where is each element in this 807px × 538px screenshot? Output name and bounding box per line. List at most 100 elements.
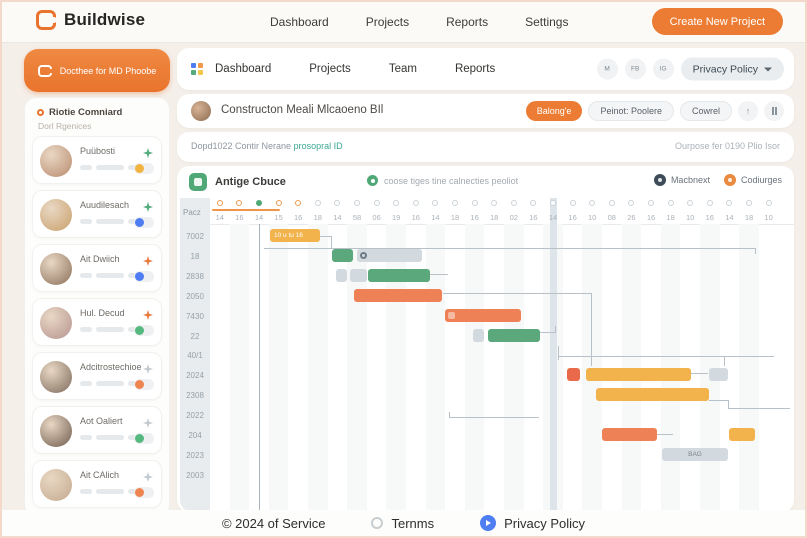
social-badge-m[interactable]: M	[597, 59, 618, 80]
highlight-band	[550, 198, 557, 512]
top-nav-item-dashboard[interactable]: Dashboard	[270, 15, 329, 29]
gantt-bar[interactable]	[354, 289, 442, 302]
timeline-day-marker[interactable]	[550, 200, 556, 206]
arrow-up-icon-button[interactable]: ↑	[738, 101, 758, 121]
pause-icon-button[interactable]	[764, 101, 784, 121]
gantt-bar[interactable]	[357, 249, 422, 262]
gantt-bar[interactable]	[488, 329, 540, 342]
timeline-day-marker[interactable]	[276, 200, 282, 206]
top-nav-item-reports[interactable]: Reports	[446, 15, 488, 29]
member-card[interactable]: Adcitrostechioe	[32, 352, 162, 400]
social-badge-fb[interactable]: FB	[625, 59, 646, 80]
timeline-day-marker[interactable]	[295, 200, 301, 206]
gantt-bar[interactable]	[586, 368, 691, 381]
timeline-day-marker[interactable]	[256, 200, 262, 206]
timeline-day-marker[interactable]	[766, 200, 772, 206]
dependency-connector	[691, 373, 708, 374]
member-toggle[interactable]	[134, 379, 154, 390]
timeline-day-marker[interactable]	[393, 200, 399, 206]
gantt-bar[interactable]	[445, 309, 521, 322]
today-line	[259, 224, 260, 512]
timeline-day-marker[interactable]	[707, 200, 713, 206]
gantt-bar[interactable]	[596, 388, 709, 401]
top-nav-item-settings[interactable]: Settings	[525, 15, 568, 29]
member-toggle[interactable]	[134, 433, 154, 444]
workspace-tab-reports[interactable]: Reports	[455, 63, 495, 75]
timeline-day-marker[interactable]	[609, 200, 615, 206]
timeline-day-marker[interactable]	[432, 200, 438, 206]
member-toggle[interactable]	[134, 325, 154, 336]
member-card[interactable]: Ait CAlich	[32, 460, 162, 508]
member-avatar	[40, 361, 72, 393]
gantt-bar[interactable]: 10 u tu 16	[270, 229, 320, 242]
member-card[interactable]: Ait Dwiich	[32, 244, 162, 292]
timeline-day-marker[interactable]	[628, 200, 634, 206]
member-toggle[interactable]	[134, 217, 154, 228]
footer-terms[interactable]: Ternms	[371, 516, 434, 531]
timeline-day-marker[interactable]	[511, 200, 517, 206]
timeline-day-marker[interactable]	[315, 200, 321, 206]
project-title-bar: Constructon Meali Mlcaoeno BIl Balong'e …	[177, 94, 794, 128]
timeline-day-marker[interactable]	[472, 200, 478, 206]
gantt-bar[interactable]	[350, 269, 367, 282]
timeline-day-marker[interactable]	[334, 200, 340, 206]
timeline-day-marker[interactable]	[217, 200, 223, 206]
timeline-day-number: 18	[445, 213, 465, 222]
meta-link[interactable]: prosopral ID	[294, 141, 343, 151]
member-toggle[interactable]	[134, 271, 154, 282]
primary-action-button[interactable]: Balong'e	[526, 101, 583, 121]
timeline-day-marker[interactable]	[589, 200, 595, 206]
gantt-bar[interactable]	[729, 428, 755, 441]
footer-privacy[interactable]: Privacy Policy	[480, 515, 585, 531]
toggle-knob	[135, 272, 144, 281]
timeline-day-marker[interactable]	[570, 200, 576, 206]
timeline-day-marker[interactable]	[687, 200, 693, 206]
timeline-day-marker[interactable]	[491, 200, 497, 206]
gantt-bar[interactable]	[473, 329, 484, 342]
timeline-day-marker[interactable]	[530, 200, 536, 206]
workspace-tab-dashboard[interactable]: Dashboard	[215, 63, 271, 75]
timeline-day-marker[interactable]	[354, 200, 360, 206]
gantt-bar[interactable]	[567, 368, 580, 381]
toggle-knob	[135, 380, 144, 389]
member-card[interactable]: Auudilesach	[32, 190, 162, 238]
timeline-day-marker[interactable]	[452, 200, 458, 206]
timeline-progress-underline	[212, 209, 280, 211]
gantt-bar[interactable]	[602, 428, 657, 441]
top-nav-item-projects[interactable]: Projects	[366, 15, 409, 29]
gantt-bar[interactable]	[332, 249, 353, 262]
timeline-day-marker[interactable]	[374, 200, 380, 206]
workspace-tab-projects[interactable]: Projects	[309, 63, 351, 75]
gantt-bar[interactable]	[368, 269, 430, 282]
member-card[interactable]: Hul. Decud	[32, 298, 162, 346]
dependency-connector	[728, 400, 729, 408]
skeleton-bar	[96, 489, 124, 494]
secondary-action-button[interactable]: Peinot: Poolere	[588, 101, 674, 121]
social-badge-ig[interactable]: IG	[653, 59, 674, 80]
timeline-day-marker[interactable]	[746, 200, 752, 206]
gantt-bar[interactable]	[336, 269, 347, 282]
gantt-chart: Pacz 14161415161814580619161418161802161…	[177, 166, 794, 512]
privacy-policy-dropdown[interactable]: Privacy Policy	[681, 58, 784, 81]
workspace-tab-team[interactable]: Team	[389, 63, 417, 75]
column-stripe	[739, 224, 759, 512]
member-card[interactable]: Puübosti	[32, 136, 162, 184]
timeline-day-marker[interactable]	[726, 200, 732, 206]
dependency-connector	[724, 356, 725, 366]
create-new-project-button[interactable]: Create New Project	[652, 8, 783, 35]
timeline-day-marker[interactable]	[236, 200, 242, 206]
sidebar-cta-button[interactable]: Docthee for MD Phoobe	[24, 49, 170, 92]
member-card[interactable]: Aot Oaliert	[32, 406, 162, 454]
gantt-bar[interactable]: BAG	[662, 448, 728, 461]
gantt-bar[interactable]	[709, 368, 728, 381]
timeline-day-marker[interactable]	[648, 200, 654, 206]
timeline-day-marker[interactable]	[413, 200, 419, 206]
tertiary-action-button[interactable]: Cowrel	[680, 101, 732, 121]
skeleton-bar	[80, 165, 92, 170]
column-stripe	[308, 224, 328, 512]
timeline-day-marker[interactable]	[668, 200, 674, 206]
member-toggle[interactable]	[134, 163, 154, 174]
skeleton-bar	[96, 219, 124, 224]
skeleton-bar	[80, 219, 92, 224]
member-toggle[interactable]	[134, 487, 154, 498]
